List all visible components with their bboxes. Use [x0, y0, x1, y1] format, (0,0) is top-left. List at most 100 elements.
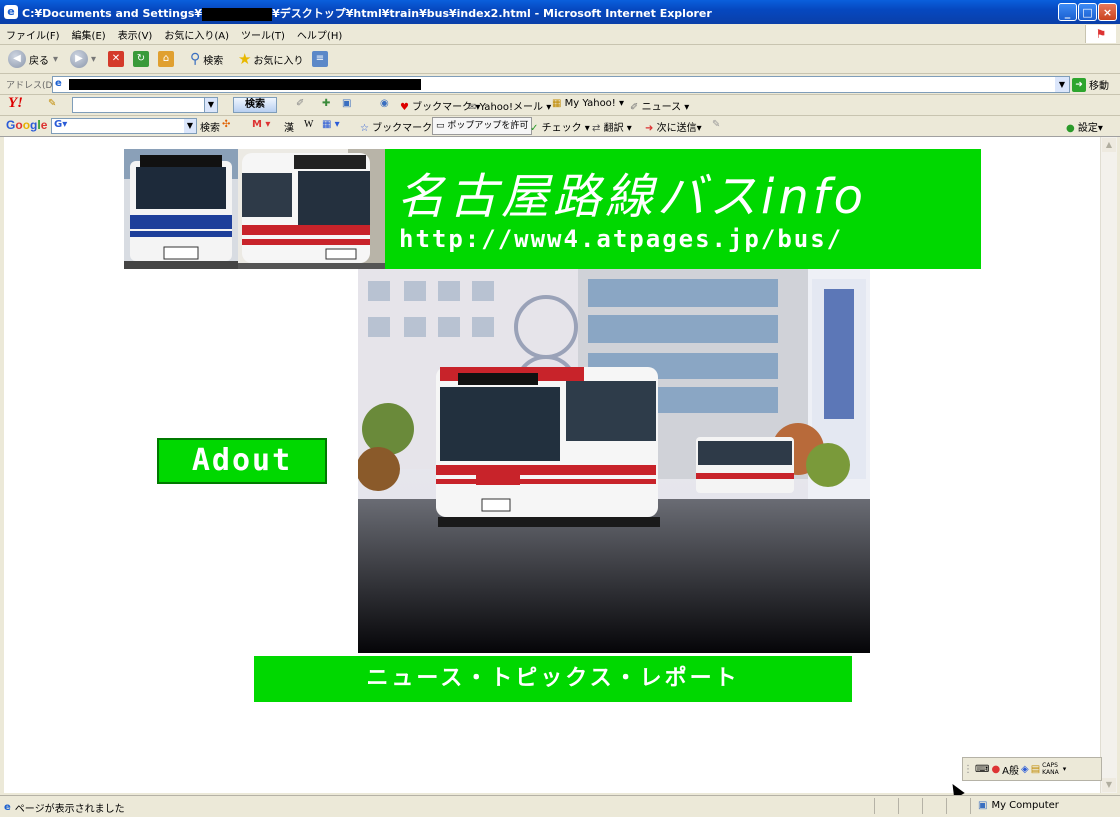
maximize-button[interactable]: □ — [1078, 3, 1097, 21]
popup-blocker-button[interactable]: ▭ ポップアップを許可 — [432, 117, 533, 135]
history-icon: ≡ — [312, 51, 328, 67]
page-viewport: 名古屋路線バスinfo http://www4.atpages.jp/bus/ … — [4, 137, 1100, 793]
banner-title-panel: 名古屋路線バスinfo http://www4.atpages.jp/bus/ — [385, 149, 981, 269]
google-search-input[interactable]: G▾ ▼ — [51, 118, 197, 134]
site-banner[interactable]: 名古屋路線バスinfo http://www4.atpages.jp/bus/ — [124, 149, 981, 269]
page-tool-icon[interactable]: ▣ — [342, 98, 351, 109]
page-icon: e — [55, 78, 62, 89]
go-button[interactable]: ➜ 移動 — [1072, 77, 1109, 92]
scroll-up-icon[interactable]: ▲ — [1102, 138, 1116, 152]
keyboard-icon[interactable]: ⌨ — [975, 764, 989, 775]
standard-toolbar: ◀ 戻る ▾ ▶ ▾ ✕ ↻ ⌂ ⚲ 検索 ★ お気に入り ≡ — [0, 45, 1120, 74]
search-icon: ⚲ — [190, 51, 201, 67]
ie-icon: e — [4, 5, 18, 19]
google-bookmarks[interactable]: ☆ ブックマーク▾ — [360, 119, 437, 134]
google-settings-button[interactable]: ● 設定▾ — [1066, 119, 1103, 134]
my-yahoo[interactable]: ▦ My Yahoo! ▾ — [552, 98, 624, 109]
back-button[interactable]: ◀ 戻る ▾ — [8, 49, 58, 69]
yahoo-mail[interactable]: ✉ Yahoo!メール ▾ — [468, 98, 551, 113]
site-title: 名古屋路線バスinfo — [397, 169, 868, 225]
ime-pad-icon[interactable]: ◈ — [1021, 764, 1029, 775]
banner-bus-photo-1 — [124, 149, 238, 269]
refresh-button[interactable]: ↻ — [133, 49, 152, 69]
search-button[interactable]: ⚲ 検索 — [190, 49, 223, 69]
bookmark-star-icon: ☆ — [360, 123, 369, 134]
tool-icon[interactable]: ✚ — [322, 98, 330, 109]
close-button[interactable]: × — [1098, 3, 1117, 21]
menu-view[interactable]: 表示(V) — [112, 24, 159, 42]
menu-edit[interactable]: 編集(E) — [66, 24, 112, 42]
refresh-icon: ↻ — [133, 51, 149, 67]
globe-icon[interactable]: ◉ — [380, 98, 389, 109]
window-title: C:¥Documents and Settings¥ ¥デスクトップ¥html¥t… — [22, 7, 712, 21]
yahoo-news[interactable]: ✐ ニュース ▾ — [630, 98, 689, 113]
pagerank-icon[interactable]: ✣ — [222, 119, 230, 130]
home-icon: ⌂ — [158, 51, 174, 67]
menu-help[interactable]: ヘルプ(H) — [291, 24, 348, 42]
windows-logo-icon: ⚑ — [1085, 25, 1116, 43]
highlighter-icon[interactable]: ✎ — [712, 119, 720, 130]
yahoo-dropdown-icon[interactable]: ▼ — [204, 97, 218, 113]
spell-check-button[interactable]: ✓ チェック ▾ — [530, 119, 590, 134]
home-button[interactable]: ⌂ — [158, 49, 177, 69]
minimize-button[interactable]: _ — [1058, 3, 1077, 21]
go-arrow-icon: ➜ — [1072, 77, 1086, 92]
back-arrow-icon: ◀ — [8, 50, 26, 68]
translate-icon: ⇄ — [592, 123, 601, 134]
status-bar: e ページが表示されました ▣ My Computer — [0, 795, 1120, 817]
redacted-address — [69, 79, 421, 90]
translate-button[interactable]: ⇄ 翻訳 ▾ — [592, 119, 632, 134]
ime-mode[interactable]: A般 — [1002, 762, 1019, 777]
scroll-down-icon[interactable]: ▼ — [1102, 778, 1116, 792]
forward-button[interactable]: ▶ ▾ — [70, 49, 96, 69]
stop-icon: ✕ — [108, 51, 124, 67]
site-url: http://www4.atpages.jp/bus/ — [399, 225, 844, 253]
address-input[interactable]: e ▼ — [52, 76, 1070, 93]
address-dropdown-icon[interactable]: ▼ — [1055, 77, 1069, 92]
favorites-button[interactable]: ★ お気に入り — [238, 49, 303, 69]
mail-icon: ✉ — [468, 102, 477, 113]
about-button[interactable]: Adout — [157, 438, 327, 484]
dictionary-icon[interactable]: ▤ — [1031, 764, 1040, 775]
kana-indicator: KANA — [1042, 769, 1059, 776]
caps-indicator: CAPS — [1042, 762, 1058, 769]
menu-tools[interactable]: ツール(T) — [235, 24, 291, 42]
menu-file[interactable]: ファイル(F) — [0, 24, 66, 42]
google-logo[interactable]: Google — [6, 118, 47, 132]
send-icon: ➜ — [645, 123, 654, 134]
security-zone: My Computer — [991, 800, 1059, 811]
status-text: ページが表示されました — [14, 804, 125, 815]
yahoo-search-button[interactable]: 検索 — [233, 97, 277, 113]
google-dropdown-icon[interactable]: ▼ — [184, 119, 196, 133]
kanji-icon[interactable]: 漢 — [284, 119, 294, 134]
main-bus-photo — [358, 269, 870, 653]
news-topics-reports-button[interactable]: ニュース・トピックス・レポート — [254, 656, 852, 702]
ime-language-bar[interactable]: ⋮ ⌨ ● A般 ◈ ▤ CAPS KANA ▾ — [962, 757, 1102, 781]
google-search-button[interactable]: 検索 — [200, 119, 220, 134]
address-label: アドレス(D) — [6, 81, 56, 91]
computer-zone-icon: ▣ — [978, 800, 988, 811]
vertical-scrollbar[interactable]: ▲ ▼ — [1100, 137, 1117, 793]
star-icon: ★ — [238, 50, 252, 68]
address-bar: アドレス(D) e ▼ ➜ 移動 — [0, 74, 1120, 95]
settings-circle-icon: ● — [1066, 123, 1075, 134]
google-toolbar: Google G▾ ▼ 検索 ✣ M ▾ 漢 W ▦ ▾ ☆ ブックマーク▾ ▭… — [0, 116, 1120, 137]
history-button[interactable]: ≡ — [312, 49, 331, 69]
menu-bar: ファイル(F) 編集(E) 表示(V) お気に入り(A) ツール(T) ヘルプ(H) — [0, 24, 1120, 45]
spell-check-icon: ✓ — [530, 123, 539, 134]
wikipedia-icon[interactable]: W — [304, 119, 313, 130]
yahoo-search-input[interactable] — [72, 97, 216, 113]
highlight-icon[interactable]: ✐ — [296, 98, 304, 109]
page-status-icon: e — [4, 802, 11, 813]
yahoo-logo[interactable]: Y! — [8, 95, 23, 112]
forward-arrow-icon: ▶ — [70, 50, 88, 68]
send-to-button[interactable]: ➜ 次に送信▾ — [645, 119, 702, 134]
widget-icon[interactable]: ▦ ▾ — [322, 119, 340, 130]
ime-options-icon[interactable]: ▾ — [1063, 765, 1067, 773]
redacted-username — [202, 7, 273, 21]
gmail-icon[interactable]: M ▾ — [252, 119, 270, 130]
stop-button[interactable]: ✕ — [108, 49, 127, 69]
pencil-icon[interactable]: ✎ — [48, 98, 56, 109]
menu-favorites[interactable]: お気に入り(A) — [158, 24, 235, 42]
ime-icon[interactable]: ● — [991, 764, 1000, 775]
